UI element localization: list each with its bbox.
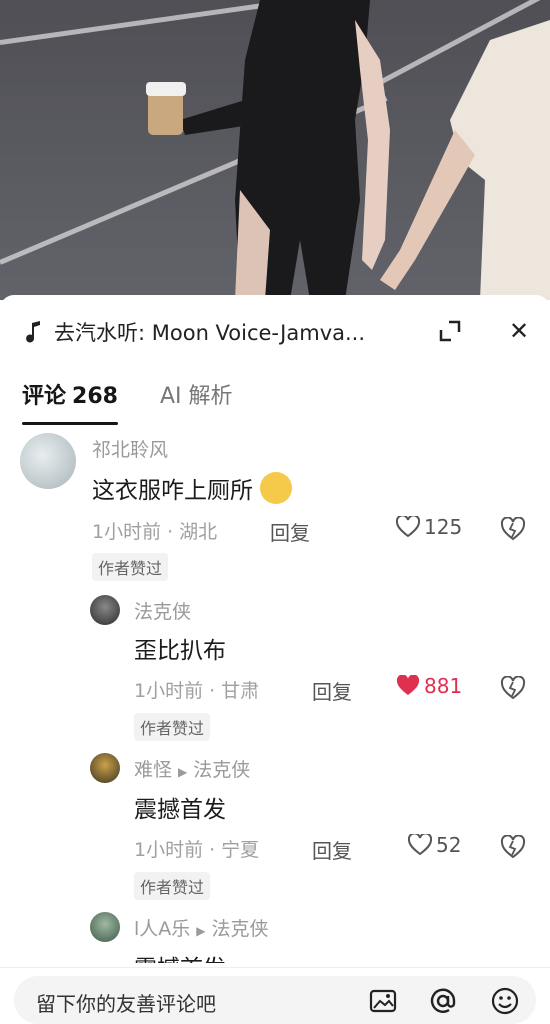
like-count: 52 (436, 833, 462, 857)
avatar[interactable] (90, 595, 120, 625)
heart-outline-icon (396, 516, 420, 538)
shush-face-emoji (260, 472, 293, 504)
music-note-icon (26, 321, 40, 343)
comment-username[interactable]: 祁北聆风 (92, 435, 168, 462)
comment-username[interactable]: 难怪 ▶ 法克侠 (134, 755, 250, 782)
comment-sheet: 去汽水听: Moon Voice-Jamva... ✕ 评论 268 AI 解析 … (0, 295, 550, 1024)
avatar[interactable] (20, 433, 76, 489)
dislike-heart-icon[interactable] (500, 517, 526, 541)
comment-location: 甘肃 (221, 680, 260, 702)
reply-target: 法克侠 (211, 918, 269, 940)
expand-icon[interactable] (436, 317, 464, 345)
comment-location: 宁夏 (221, 839, 260, 861)
woman-figure (146, 0, 390, 300)
comment-count: 268 (72, 384, 118, 409)
comment-time: 1小时前 (134, 839, 204, 861)
comment-location: 湖北 (179, 521, 218, 543)
tab-underline (22, 422, 118, 425)
comment-username[interactable]: l人A乐 ▶ 法克侠 (134, 914, 269, 941)
reply-button[interactable]: 回复 (312, 676, 352, 705)
comment-meta: 1小时前 · 甘肃 (134, 680, 260, 702)
image-icon[interactable] (368, 986, 398, 1016)
comment-meta: 1小时前 · 宁夏 (134, 839, 260, 861)
reply-button[interactable]: 回复 (270, 517, 310, 546)
comment-time: 1小时前 (92, 521, 162, 543)
music-title[interactable]: 去汽水听: Moon Voice-Jamva... (54, 317, 424, 347)
video-player[interactable] (0, 0, 550, 300)
dislike-heart-icon[interactable] (500, 835, 526, 859)
heart-filled-icon (396, 675, 420, 695)
comment-author: l人A乐 (134, 918, 191, 940)
avatar[interactable] (90, 753, 120, 783)
author-liked-badge: 作者赞过 (134, 713, 211, 741)
reply-arrow-icon: ▶ (178, 765, 188, 779)
mention-at-icon[interactable] (428, 986, 458, 1016)
comment-input[interactable]: 留下你的友善评论吧 (14, 976, 536, 1024)
avatar[interactable] (90, 912, 120, 942)
like-button[interactable]: 125 (396, 515, 462, 539)
comment-text[interactable]: 震撼首发 (134, 949, 226, 963)
close-button[interactable]: ✕ (503, 315, 535, 347)
comment-body: 这衣服咋上厕所 (92, 478, 253, 504)
music-bar[interactable]: 去汽水听: Moon Voice-Jamva... ✕ (0, 295, 550, 367)
comment-time: 1小时前 (134, 680, 204, 702)
tab-label: AI 解析 (160, 384, 233, 409)
comment-input-bar: 留下你的友善评论吧 (0, 967, 550, 1024)
dislike-heart-icon[interactable] (500, 676, 526, 700)
like-count: 125 (424, 515, 463, 539)
like-button[interactable]: 881 (396, 674, 462, 698)
comment-list[interactable]: 祁北聆风 这衣服咋上厕所 1小时前 · 湖北 回复 125 作者赞过 法克侠 歪比扒… (0, 433, 550, 963)
like-button[interactable]: 52 (408, 833, 461, 857)
tab-ai-analysis[interactable]: AI 解析 (160, 377, 233, 425)
companion-figure (380, 20, 550, 300)
tab-label: 评论 (22, 384, 67, 409)
reply-button[interactable]: 回复 (312, 835, 352, 864)
comment-text[interactable]: 这衣服咋上厕所 (92, 471, 293, 505)
comment-username[interactable]: 法克侠 (134, 597, 191, 624)
comment-text[interactable]: 震撼首发 (134, 790, 226, 824)
comment-text[interactable]: 歪比扒布 (134, 631, 226, 665)
like-count: 881 (424, 674, 463, 698)
input-placeholder: 留下你的友善评论吧 (36, 992, 216, 1016)
tab-bar: 评论 268 AI 解析 (0, 377, 550, 429)
comment-meta: 1小时前 · 湖北 (92, 521, 218, 543)
author-liked-badge: 作者赞过 (134, 872, 211, 900)
close-icon: ✕ (508, 317, 530, 345)
reply-target: 法克侠 (193, 759, 251, 781)
reply-arrow-icon: ▶ (196, 924, 206, 938)
comment-author: 难怪 (134, 759, 173, 781)
emoji-icon[interactable] (490, 986, 520, 1016)
author-liked-badge: 作者赞过 (92, 553, 169, 581)
tab-comments[interactable]: 评论 268 (22, 377, 118, 425)
heart-outline-icon (408, 834, 432, 856)
